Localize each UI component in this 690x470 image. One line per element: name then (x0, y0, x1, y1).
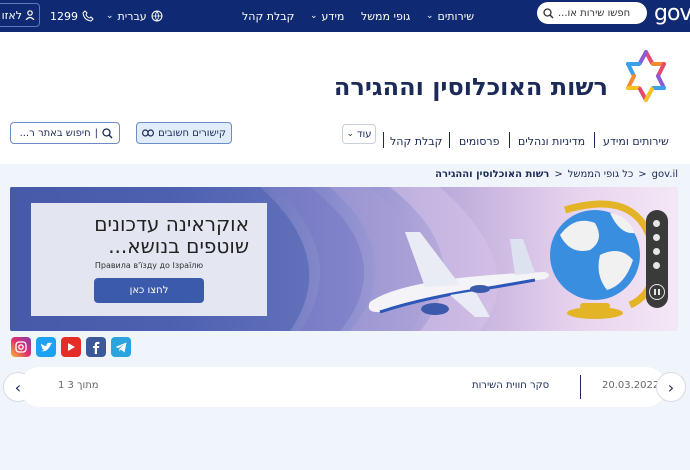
nav-label: קבלת קהל (390, 134, 443, 148)
twitter-icon[interactable] (36, 337, 56, 357)
site-search-placeholder: חיפוש באתר ר... (19, 127, 91, 139)
login-label: לאזו (1, 8, 22, 22)
carousel-dot[interactable] (653, 220, 660, 227)
phone-icon (82, 10, 94, 22)
star-of-david-logo[interactable] (622, 50, 670, 102)
telegram-icon[interactable] (111, 337, 131, 357)
nav-label: מידע (321, 9, 345, 23)
language-select[interactable]: ⌄ עברית (106, 0, 163, 32)
top-bar: לאזו 1299 ⌄ עברית קבלת קהל ⌄ מידע גופי ממ… (0, 0, 690, 32)
youtube-icon[interactable] (61, 337, 81, 357)
nav-item-reception[interactable]: קבלת קהל (390, 130, 442, 152)
login-button[interactable]: לאזו (0, 3, 40, 27)
nav-item-policy[interactable]: מדיניות ונהלים (518, 130, 585, 152)
nav-label: מדיניות ונהלים (518, 134, 586, 148)
nav-divider (449, 132, 450, 148)
banner-cta-button[interactable]: לחצו כאן (94, 278, 204, 303)
news-ticker: 1 מתוך 3 סקר חווית השירות 20.03.2022 (20, 367, 666, 407)
user-icon (25, 10, 35, 20)
nav-item-public-reception[interactable]: קבלת קהל (242, 0, 294, 32)
gov-logo[interactable]: gov (654, 1, 690, 26)
site-header: רשות האוכלוסין וההגירה שירותים ומידע מדי… (0, 32, 690, 164)
carousel-pager (646, 210, 668, 308)
banner-heading-line2: שוטפים בנושא... (108, 234, 249, 258)
nav-label: שירותים ומידע (603, 134, 669, 148)
nav-label: פרסומים (459, 134, 500, 148)
nav-label: גופי ממשל (361, 9, 411, 23)
banner-subtext: Правила в'їзду до Ізраїлю (94, 261, 204, 270)
chevron-left-icon: < (638, 169, 647, 180)
nav-item-gov-bodies[interactable]: גופי ממשל (361, 0, 410, 32)
language-label: עברית (117, 9, 147, 23)
phone-link[interactable]: 1299 (50, 0, 94, 32)
important-links-label: קישורים חשובים (158, 127, 226, 139)
pause-icon[interactable] (649, 284, 665, 300)
prev-news-button[interactable]: › (656, 372, 686, 402)
carousel-dot[interactable] (653, 234, 660, 241)
carousel-dot[interactable] (653, 262, 660, 269)
chevron-right-icon: › (667, 377, 675, 397)
nav-item-info[interactable]: ⌄ מידע (310, 0, 344, 32)
chevron-left-icon: < (554, 169, 563, 180)
chevron-down-icon: ⌄ (106, 11, 114, 21)
news-counter: 1 מתוך 3 (58, 380, 99, 391)
breadcrumb: gov.il < כל גופי הממשל < רשות האוכלוסין … (435, 169, 678, 180)
phone-number: 1299 (50, 9, 78, 23)
facebook-icon[interactable] (86, 337, 106, 357)
nav-label: קבלת קהל (242, 9, 295, 23)
text-cursor: | (94, 127, 98, 139)
search-icon (543, 7, 554, 19)
breadcrumb-item-govil[interactable]: gov.il (652, 169, 678, 180)
nav-item-publications[interactable]: פרסומים (459, 130, 499, 152)
airplane-illustration (368, 232, 549, 317)
breadcrumb-item-gov-bodies[interactable]: כל גופי הממשל (568, 169, 634, 180)
more-label: עוד (357, 128, 372, 140)
hero-banner: אוקראינה עדכונים שוטפים בנושא... Правила… (10, 187, 678, 331)
banner-card: אוקראינה עדכונים שוטפים בנושא... Правила… (31, 203, 267, 316)
nav-divider (509, 132, 510, 148)
important-links-button[interactable]: קישורים חשובים (136, 122, 232, 144)
chevron-down-icon: ⌄ (346, 129, 355, 139)
globe-icon (151, 10, 163, 22)
news-headline[interactable]: סקר חווית השירות (472, 380, 549, 391)
more-button[interactable]: ⌄ עוד (342, 124, 376, 144)
nav-label: שירותים (437, 9, 474, 23)
news-date: 20.03.2022 (602, 380, 660, 391)
link-icon (142, 129, 155, 137)
search-icon (102, 127, 113, 139)
nav-divider (594, 132, 595, 148)
chevron-down-icon: ⌄ (426, 11, 434, 21)
page-title: רשות האוכלוסין וההגירה (333, 73, 608, 101)
banner-heading-line1: אוקראינה עדכונים (94, 212, 249, 236)
carousel-dot[interactable] (653, 248, 660, 255)
chevron-down-icon: ⌄ (310, 11, 318, 21)
top-search-placeholder: חפשו שירות או... (558, 7, 631, 19)
breadcrumb-item-current: רשות האוכלוסין וההגירה (435, 169, 550, 180)
nav-divider (383, 132, 384, 148)
banner-heading: אוקראינה עדכונים שוטפים בנושא... (39, 213, 249, 257)
top-search-input[interactable]: חפשו שירות או... (537, 2, 647, 24)
instagram-icon[interactable] (11, 337, 31, 357)
site-search-input[interactable]: חיפוש באתר ר... | (10, 122, 120, 144)
nav-item-services[interactable]: ⌄ שירותים (426, 0, 474, 32)
news-divider (580, 375, 581, 399)
nav-item-services-info[interactable]: שירותים ומידע (603, 130, 669, 152)
